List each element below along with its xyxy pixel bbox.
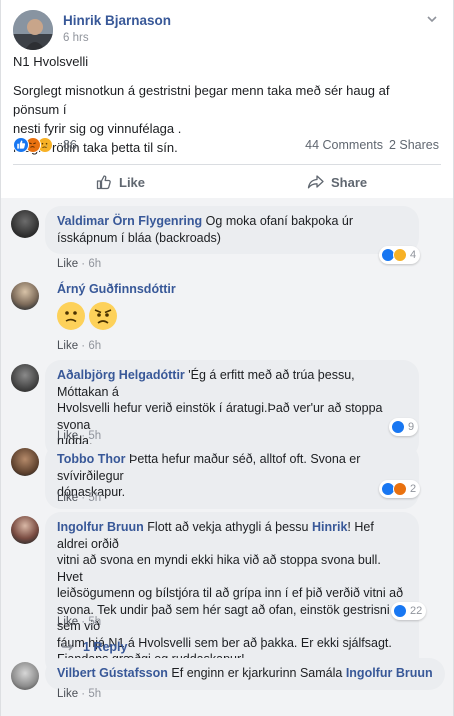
reaction-count[interactable]: 86 (63, 138, 77, 152)
comment-like-link[interactable]: Like (57, 340, 78, 352)
commenter-avatar[interactable] (11, 448, 39, 476)
comment-like-link[interactable]: Like (57, 688, 78, 700)
share-button-label: Share (331, 174, 368, 190)
comment-text: svona. Tek undir það sem hér sagt að ofa… (57, 602, 390, 634)
post-text-line: Sorglegt misnotkun á gestristni þegar me… (13, 83, 390, 117)
comment-reactions[interactable]: 22 (391, 602, 427, 620)
commenter-name[interactable]: Ingolfur Bruun (57, 520, 144, 534)
comment-text: Hvolsvelli hefur verið einstök í áratugi… (57, 401, 383, 432)
commenter-name[interactable]: Tobbo Thor (57, 452, 126, 466)
like-reaction-icon (393, 604, 407, 618)
comment-time[interactable]: 5h (88, 688, 101, 700)
mention-link[interactable]: Hinrik (312, 520, 347, 534)
chevron-down-icon[interactable] (425, 12, 439, 26)
comment: Árný Guðfinnsdóttir Like · 6h (11, 276, 453, 356)
comment-meta: Like · 6h (57, 258, 102, 270)
commenter-avatar[interactable] (11, 662, 39, 690)
comment-meta: Like · 5h (57, 492, 102, 504)
share-arrow-icon (307, 175, 324, 189)
comment-meta: Like · 5h (57, 430, 102, 442)
like-reaction-icon (13, 137, 29, 153)
commenter-name[interactable]: Árný Guðfinnsdóttir (57, 282, 176, 296)
commenter-avatar[interactable] (11, 364, 39, 392)
reply-count: 1 Reply (83, 640, 128, 654)
commenter-name[interactable]: Valdimar Örn Flygenring (57, 214, 202, 228)
comment-like-link[interactable]: Like (57, 258, 78, 270)
post-stats: 86 44 Comments 2 Shares (13, 137, 441, 155)
commenter-name[interactable]: Aðalbjörg Helgadóttir (57, 368, 185, 382)
comment-text: Flott að vekja athygli á þessu (147, 520, 309, 534)
author-avatar[interactable] (13, 10, 53, 50)
engagement-counts: 44 Comments 2 Shares (299, 138, 439, 152)
commenter-avatar[interactable] (11, 516, 39, 544)
comment-like-link[interactable]: Like (57, 616, 78, 628)
comment: Tobbo Thor Þetta hefur maður séð, alltof… (11, 442, 453, 509)
comments-section: Valdimar Örn Flygenring Og moka ofaní ba… (1, 198, 453, 716)
shares-count[interactable]: 2 Shares (389, 138, 439, 152)
comments-count[interactable]: 44 Comments (305, 138, 383, 152)
comment-text: vitni að svona en myndi ekki hika við að… (57, 553, 381, 584)
comment-time[interactable]: 5h (88, 492, 101, 504)
comment-bubble: Vilbert Gústafsson Ef enginn er kjarkuri… (45, 658, 445, 690)
comment: Vilbert Gústafsson Ef enginn er kjarkuri… (11, 656, 453, 716)
view-replies-link[interactable]: 1 Reply (61, 640, 127, 654)
like-button[interactable]: Like (95, 166, 145, 198)
divider (13, 164, 441, 165)
comment-meta: Like · 5h (57, 616, 102, 628)
disappointed-emoji-icon (89, 302, 117, 330)
comment-like-link[interactable]: Like (57, 492, 78, 504)
comment-bubble: Valdimar Örn Flygenring Og moka ofaní ba… (45, 206, 419, 254)
share-button[interactable]: Share (307, 166, 367, 198)
comment: Ingolfur Bruun Flott að vekja athygli á … (11, 510, 453, 676)
like-reaction-icon (391, 420, 405, 434)
post-card: Hinrik Bjarnason 6 hrs N1 Hvolsvelli Sor… (0, 0, 454, 716)
comment-reaction-count: 9 (408, 421, 415, 433)
post-header: Hinrik Bjarnason 6 hrs (13, 10, 441, 50)
comment-meta: Like · 5h (57, 688, 102, 700)
commenter-name[interactable]: Vilbert Gústafsson (57, 666, 168, 680)
comment-time[interactable]: 6h (88, 340, 101, 352)
comment-text: dónaskapur. (57, 485, 126, 499)
post-text-line: nesti fyrir sig og vinnufélaga . (13, 121, 182, 136)
comment-reactions[interactable]: 9 (389, 418, 419, 436)
comment-reaction-count: 4 (410, 249, 417, 261)
comment-reactions[interactable]: 4 (379, 246, 421, 264)
post-author-name[interactable]: Hinrik Bjarnason (63, 13, 171, 28)
post-text-line: N1 Hvolsvelli (13, 54, 89, 69)
post-actions: Like Share (13, 166, 441, 198)
comment-text: Ef enginn er kjarkurinn Samála (171, 666, 343, 680)
comment: Aðalbjörg Helgadóttir 'Ég á erfitt með a… (11, 358, 453, 458)
thumbs-up-icon (96, 175, 111, 190)
mention-link[interactable]: Ingolfur Bruun (346, 666, 433, 680)
commenter-avatar[interactable] (11, 210, 39, 238)
comment-text: leiðsögumenn og bílstjóra til að grípa i… (57, 586, 404, 600)
haha-reaction-icon (393, 248, 407, 262)
comment-reaction-count: 22 (410, 605, 423, 617)
comment-reaction-count: 2 (410, 483, 417, 495)
comment: Valdimar Örn Flygenring Og moka ofaní ba… (11, 204, 453, 270)
like-button-label: Like (119, 174, 146, 190)
comment-meta: Like · 6h (57, 340, 102, 352)
reply-arrow-icon (62, 643, 74, 651)
comment-time[interactable]: 5h (88, 616, 101, 628)
angry-reaction-icon (393, 482, 407, 496)
comment-time[interactable]: 5h (88, 430, 101, 442)
comment-reactions[interactable]: 2 (379, 480, 421, 498)
comment-time[interactable]: 6h (88, 258, 101, 270)
commenter-avatar[interactable] (11, 282, 39, 310)
comment-like-link[interactable]: Like (57, 430, 78, 442)
confused-emoji-icon (57, 302, 85, 330)
post-timestamp[interactable]: 6 hrs (63, 32, 89, 44)
